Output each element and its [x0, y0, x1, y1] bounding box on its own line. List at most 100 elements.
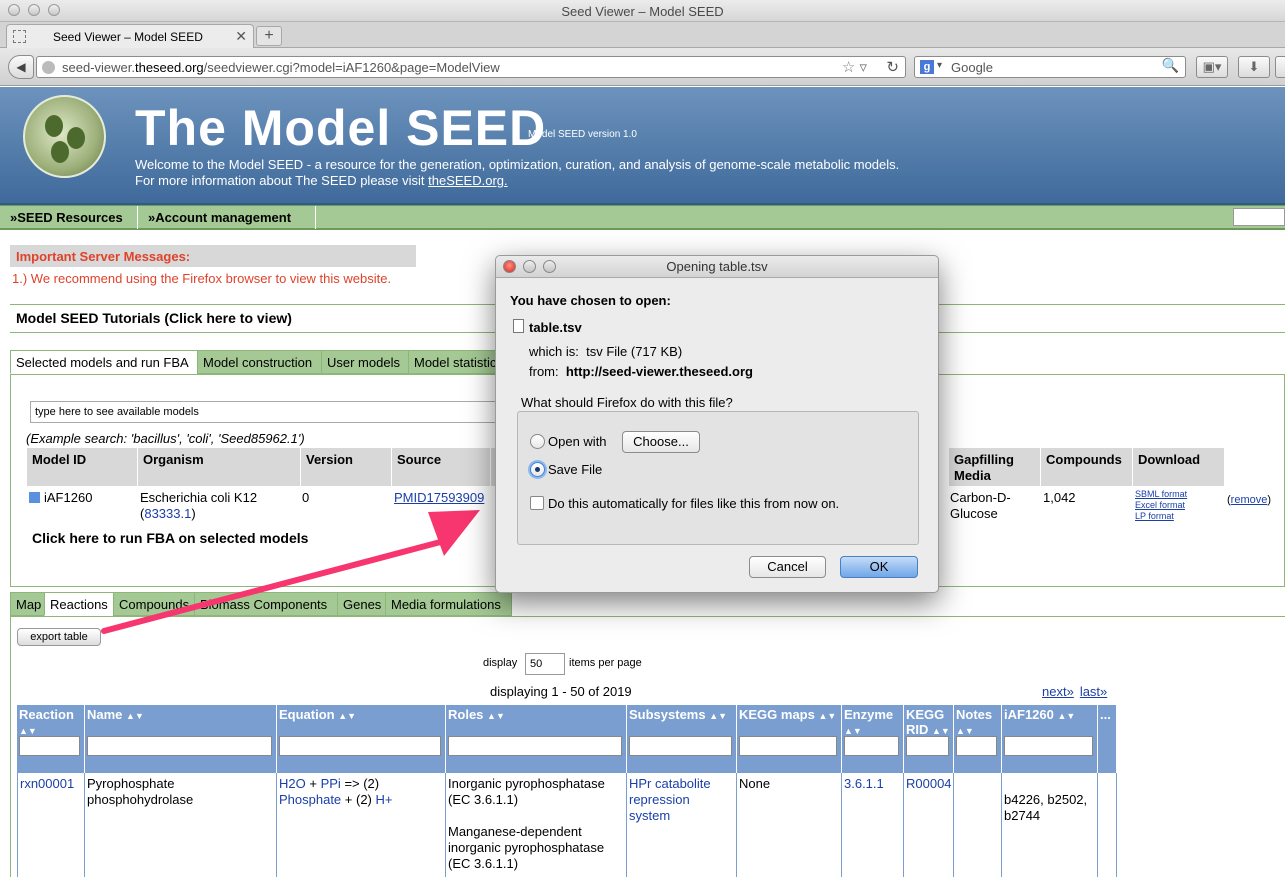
cell-roles: Inorganic pyrophosphatase (EC 3.6.1.1) M…: [446, 773, 627, 877]
menu-account-management[interactable]: »Account management: [138, 206, 316, 229]
subsystem-link[interactable]: HPr catabolite repression system: [629, 776, 711, 823]
col-kegg-rid[interactable]: KEGG RID ▲▼: [904, 705, 954, 773]
dialog-close-icon[interactable]: [503, 260, 516, 273]
welcome-text: Welcome to the Model SEED - a resource f…: [135, 157, 899, 189]
sort-icon[interactable]: ▲▼: [932, 726, 950, 736]
compound-link[interactable]: H2O: [279, 776, 306, 791]
choose-app-button[interactable]: Choose...: [622, 431, 700, 453]
lp-link[interactable]: LP format: [1135, 511, 1174, 522]
bookmarks-button[interactable]: ▣▾: [1196, 56, 1228, 78]
export-table-button[interactable]: export table: [17, 628, 101, 646]
kegg-rid-link[interactable]: R00004: [906, 776, 952, 791]
model-search-input[interactable]: type here to see available models: [30, 401, 510, 423]
filter-kegg-rid-input[interactable]: [906, 736, 949, 756]
ok-button[interactable]: OK: [840, 556, 918, 578]
sort-icon[interactable]: ▲▼: [126, 711, 144, 721]
overflow-button[interactable]: [1275, 56, 1285, 78]
compound-link[interactable]: Phosphate: [279, 792, 341, 807]
tab-selected-models[interactable]: Selected models and run FBA: [10, 350, 198, 374]
tab-compounds[interactable]: Compounds: [113, 592, 195, 616]
last-link[interactable]: last»: [1080, 684, 1107, 699]
tab-model-statistics[interactable]: Model statistics: [408, 350, 503, 374]
filter-subsystems-input[interactable]: [629, 736, 732, 756]
col-reaction[interactable]: Reaction ▲▼: [17, 705, 85, 773]
filter-enzyme-input[interactable]: [844, 736, 899, 756]
filter-iaf1260-input[interactable]: [1004, 736, 1093, 756]
new-tab-button[interactable]: +: [256, 26, 282, 46]
display-label: display: [483, 657, 518, 669]
downloads-button[interactable]: ⬇: [1238, 56, 1270, 78]
run-fba-link[interactable]: Click here to run FBA on selected models: [32, 530, 308, 546]
sort-icon[interactable]: ▲▼: [19, 726, 37, 736]
tab-model-construction[interactable]: Model construction: [197, 350, 322, 374]
example-search-hint: (Example search: 'bacillus', 'coli', 'Se…: [26, 431, 305, 446]
seed-logo[interactable]: [23, 95, 106, 178]
theseed-link[interactable]: theSEED.org.: [428, 173, 508, 188]
col-roles[interactable]: Roles ▲▼: [446, 705, 627, 773]
col-equation[interactable]: Equation ▲▼: [277, 705, 446, 773]
auto-checkbox[interactable]: [530, 496, 544, 510]
filter-reaction-input[interactable]: [19, 736, 80, 756]
col-notes[interactable]: Notes ▲▼: [954, 705, 1002, 773]
compound-link[interactable]: H+: [376, 792, 393, 807]
per-page-label: items per page: [569, 657, 642, 669]
reload-icon[interactable]: ↻: [886, 58, 899, 76]
tab-map[interactable]: Map: [10, 592, 45, 616]
filter-name-input[interactable]: [87, 736, 272, 756]
dialog-minimize-icon: [523, 260, 536, 273]
tab-biomass[interactable]: Biomass Components: [194, 592, 338, 616]
tab-media-formulations[interactable]: Media formulations: [385, 592, 512, 616]
sort-icon[interactable]: ▲▼: [1058, 711, 1076, 721]
cancel-button[interactable]: Cancel: [749, 556, 826, 578]
col-iaf1260[interactable]: iAF1260 ▲▼: [1002, 705, 1098, 773]
filter-notes-input[interactable]: [956, 736, 997, 756]
filter-kegg-maps-input[interactable]: [739, 736, 837, 756]
tab-reactions[interactable]: Reactions: [44, 592, 114, 616]
close-tab-icon[interactable]: ✕: [235, 28, 247, 45]
sort-icon[interactable]: ▲▼: [956, 726, 974, 736]
search-engine-dropdown-icon[interactable]: ▾: [937, 60, 942, 71]
sort-icon[interactable]: ▲▼: [818, 711, 836, 721]
excel-link[interactable]: Excel format: [1135, 500, 1185, 511]
col-more[interactable]: ...: [1098, 705, 1117, 773]
back-button[interactable]: ◀: [8, 55, 34, 79]
sort-icon[interactable]: ▲▼: [338, 711, 356, 721]
browser-tab[interactable]: Seed Viewer – Model SEED ✕: [6, 24, 254, 48]
col-name[interactable]: Name ▲▼: [85, 705, 277, 773]
url-bar[interactable]: seed-viewer.theseed.org/seedviewer.cgi?m…: [36, 56, 906, 78]
col-name-label: Name: [87, 707, 123, 722]
col-kegg-maps[interactable]: KEGG maps ▲▼: [737, 705, 842, 773]
sort-icon[interactable]: ▲▼: [844, 726, 862, 736]
tab-genes[interactable]: Genes: [337, 592, 386, 616]
remove-link[interactable]: remove: [1231, 494, 1268, 506]
save-file-radio[interactable]: [530, 462, 545, 477]
search-bar[interactable]: g ▾ Google 🔍: [914, 56, 1186, 78]
dialog-chosen-label: You have chosen to open:: [510, 293, 671, 308]
sbml-link[interactable]: SBML format: [1135, 489, 1187, 500]
magnifier-icon[interactable]: 🔍: [1162, 57, 1179, 74]
model-media: Carbon-D-Glucose: [950, 490, 1011, 521]
next-link[interactable]: next»: [1042, 684, 1074, 699]
window-title: Seed Viewer – Model SEED: [561, 4, 724, 19]
enzyme-link[interactable]: 3.6.1.1: [844, 776, 884, 791]
filter-equation-input[interactable]: [279, 736, 441, 756]
reaction-link[interactable]: rxn00001: [20, 776, 74, 791]
filter-roles-input[interactable]: [448, 736, 622, 756]
source-link[interactable]: PMID17593909: [394, 490, 484, 506]
sort-icon[interactable]: ▲▼: [487, 711, 505, 721]
sort-icon[interactable]: ▲▼: [709, 711, 727, 721]
equation-op: + (2): [344, 792, 372, 807]
bookmark-star-icon[interactable]: ☆ ▿: [842, 58, 867, 76]
col-enzyme[interactable]: Enzyme ▲▼: [842, 705, 904, 773]
model-id: iAF1260: [44, 490, 93, 505]
open-with-radio[interactable]: [530, 434, 545, 449]
menu-search-input[interactable]: [1233, 208, 1285, 226]
organism-id-link[interactable]: 83333.1: [144, 506, 191, 521]
tutorials-link[interactable]: Model SEED Tutorials (Click here to view…: [16, 310, 292, 326]
col-subsystems[interactable]: Subsystems ▲▼: [627, 705, 737, 773]
tab-user-models[interactable]: User models: [321, 350, 409, 374]
menu-seed-resources[interactable]: »SEED Resources: [0, 206, 138, 229]
per-page-input[interactable]: 50: [525, 653, 565, 675]
favicon-icon: [13, 30, 26, 43]
compound-link[interactable]: PPi: [321, 776, 341, 791]
